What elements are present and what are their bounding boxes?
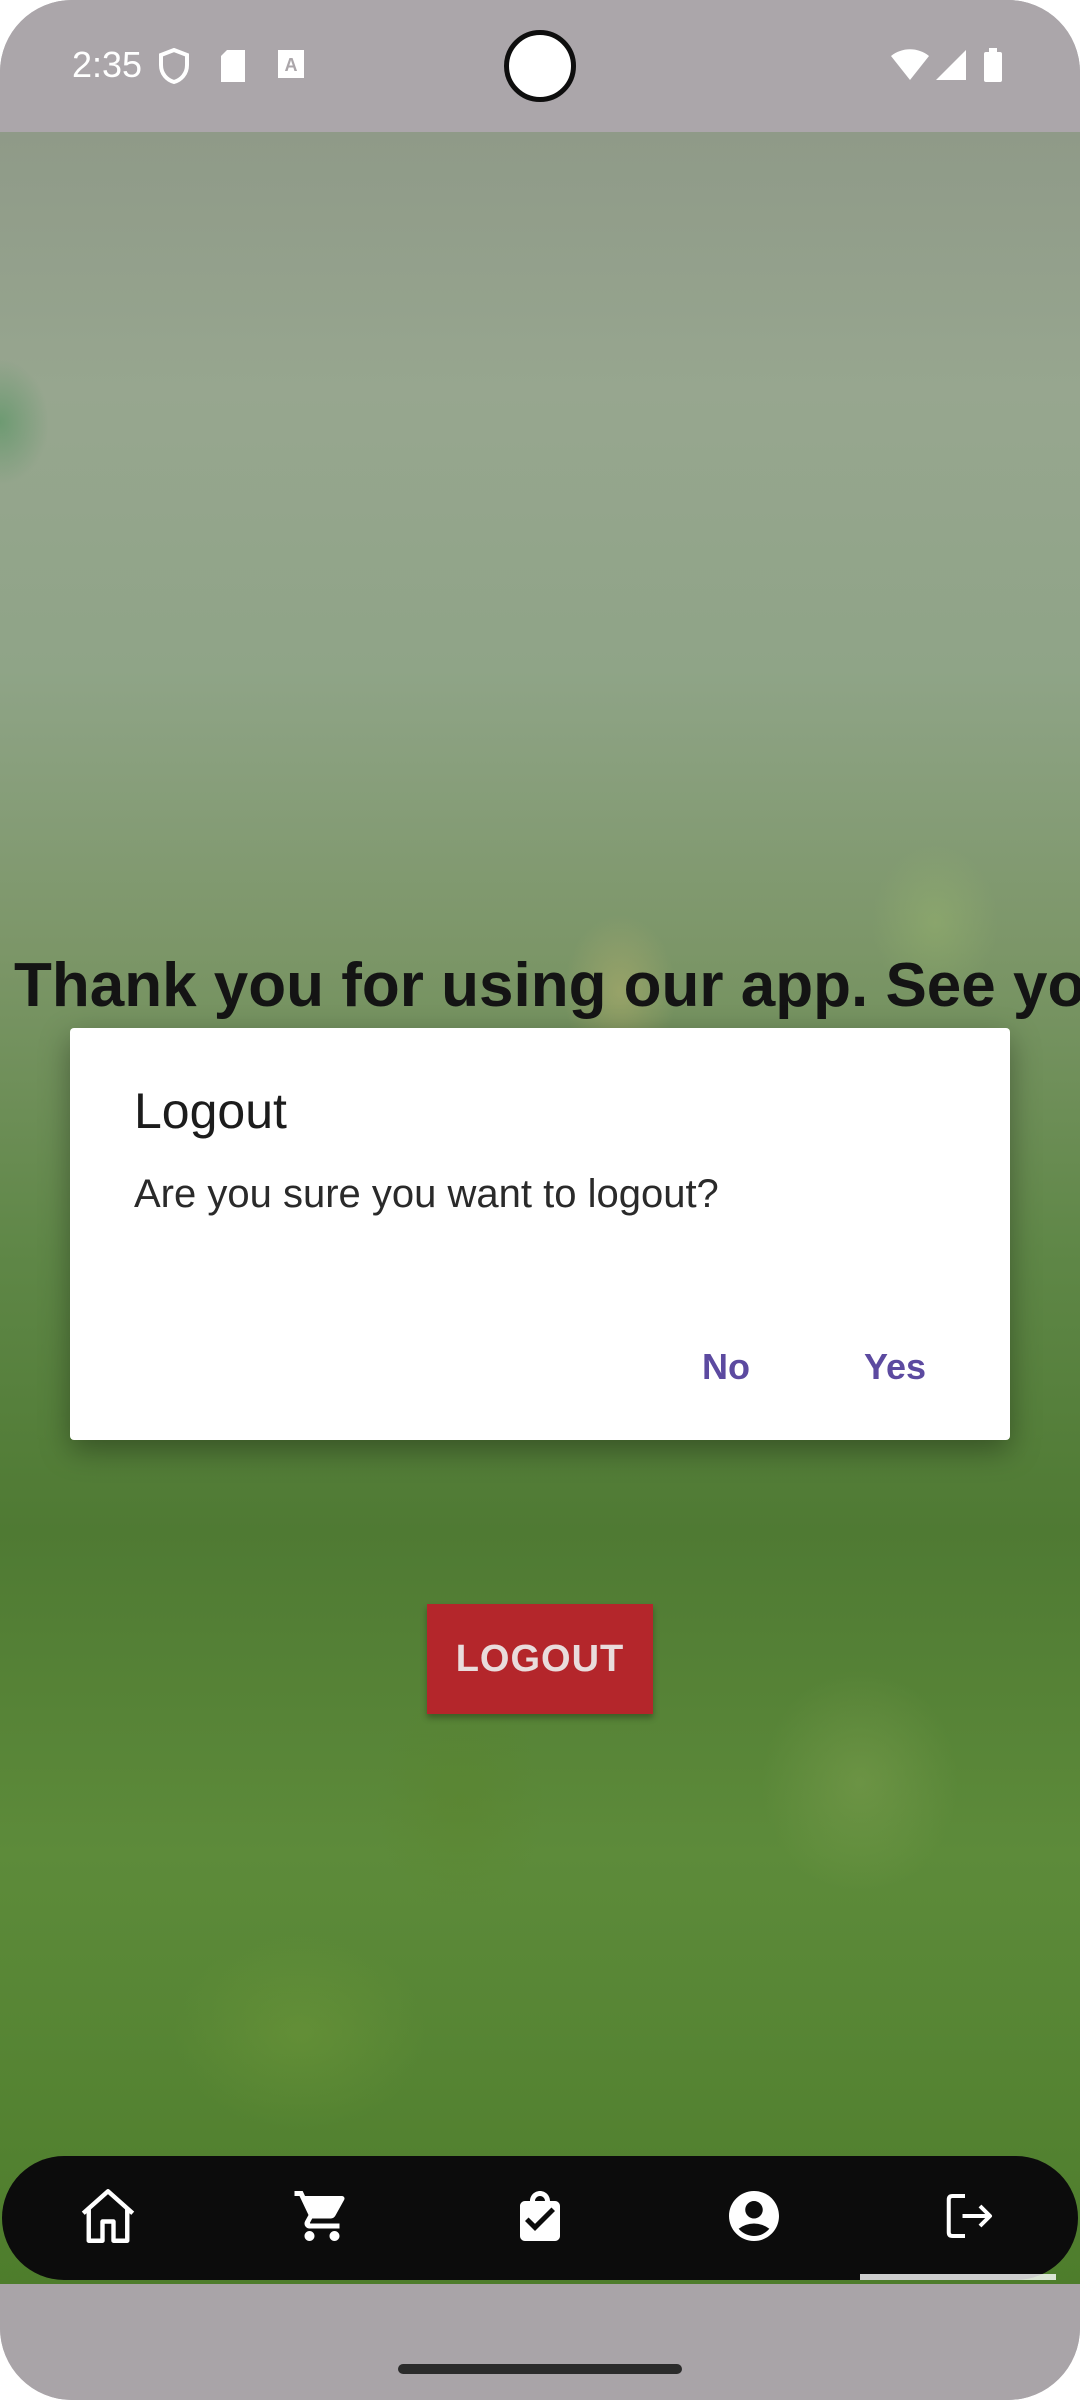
front-camera <box>504 30 576 102</box>
battery-icon <box>982 48 1004 89</box>
shopping-bag-check-icon <box>510 2186 570 2251</box>
font-a-icon: A <box>276 48 306 85</box>
logout-icon <box>940 2186 1000 2251</box>
wifi-icon <box>890 48 930 87</box>
logout-button[interactable]: LOGOUT <box>427 1604 653 1714</box>
logout-dialog: Logout Are you sure you want to logout? … <box>70 1028 1010 1440</box>
account-icon <box>724 2186 784 2251</box>
selected-tab-indicator <box>860 2274 1056 2280</box>
nav-account[interactable] <box>714 2178 794 2258</box>
navigation-bar-area <box>0 2284 1080 2400</box>
nav-cart[interactable] <box>282 2178 362 2258</box>
bottom-navigation <box>2 2156 1078 2280</box>
dialog-message: Are you sure you want to logout? <box>134 1172 719 1216</box>
cart-icon <box>292 2186 352 2251</box>
svg-text:A: A <box>285 55 298 75</box>
dialog-title: Logout <box>134 1083 287 1139</box>
status-time: 2:35 <box>72 44 143 85</box>
thank-you-message: Thank you for using our app. See you <box>14 951 1080 1020</box>
nav-orders[interactable] <box>500 2178 580 2258</box>
signal-icon <box>934 48 968 87</box>
gesture-handle[interactable] <box>398 2364 682 2374</box>
no-button[interactable]: No <box>682 1336 770 1398</box>
yes-button[interactable]: Yes <box>844 1336 946 1398</box>
sd-card-icon <box>218 48 248 89</box>
phone-screen: Thank you for using our app. See you LOG… <box>0 0 1080 2400</box>
home-icon <box>75 2183 141 2254</box>
nav-logout[interactable] <box>930 2178 1010 2258</box>
status-bar: 2:35 A <box>0 0 1080 132</box>
nav-home[interactable] <box>68 2178 148 2258</box>
shield-icon <box>158 47 190 89</box>
